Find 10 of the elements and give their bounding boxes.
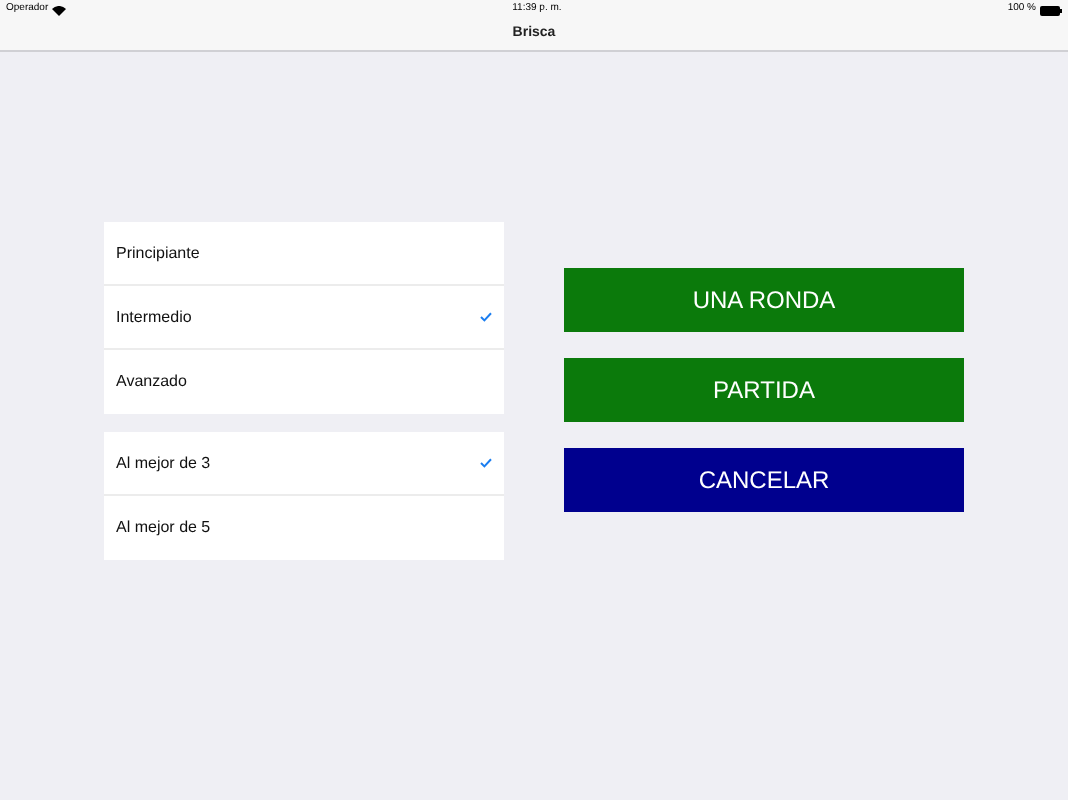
action-button[interactable]: PARTIDA [564,358,964,422]
option-row[interactable]: Avanzado [104,350,504,414]
battery-icon [1040,5,1062,15]
option-row[interactable]: Al mejor de 5 [104,496,504,560]
action-button[interactable]: UNA RONDA [564,268,964,332]
option-row[interactable]: Al mejor de 3 [104,432,504,496]
option-row[interactable]: Principiante [104,222,504,286]
action-button[interactable]: CANCELAR [564,448,964,512]
wifi-icon [52,5,67,15]
option-row[interactable]: Intermedio [104,286,504,350]
